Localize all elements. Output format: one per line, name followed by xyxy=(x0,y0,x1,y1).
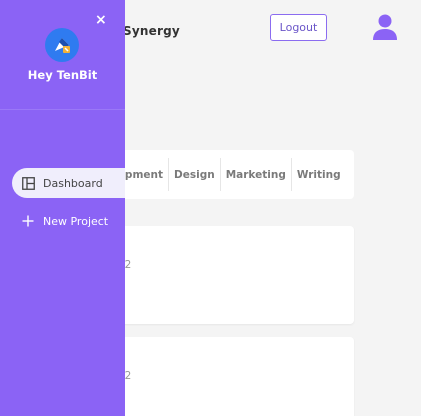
logout-button[interactable]: Logout xyxy=(270,14,327,41)
close-icon[interactable]: × xyxy=(95,12,107,28)
drawer-header: × Hey TenBit xyxy=(0,0,125,110)
avatar xyxy=(45,28,79,62)
sidebar-item-new-project[interactable]: New Project xyxy=(12,206,125,236)
user-icon[interactable] xyxy=(372,13,398,41)
layout-icon xyxy=(21,176,35,190)
project-card[interactable]: 22 xyxy=(100,226,354,324)
brand-name: Synergy xyxy=(123,24,180,38)
tab-writing[interactable]: Writing xyxy=(292,158,346,191)
tab-marketing[interactable]: Marketing xyxy=(221,158,292,191)
rocket-icon xyxy=(55,38,70,53)
category-tabs: elopment Design Marketing Writing xyxy=(100,150,354,199)
sidebar-item-label: Dashboard xyxy=(43,176,103,190)
plus-icon xyxy=(21,214,35,228)
sidebar-item-dashboard[interactable]: Dashboard xyxy=(12,168,125,198)
drawer-greeting: Hey TenBit xyxy=(27,68,98,82)
tab-design[interactable]: Design xyxy=(169,158,221,191)
side-drawer: × Hey TenBit Dashboard New Project xyxy=(0,0,125,416)
project-card[interactable]: 22 xyxy=(100,337,354,416)
sidebar-item-label: New Project xyxy=(43,214,109,228)
